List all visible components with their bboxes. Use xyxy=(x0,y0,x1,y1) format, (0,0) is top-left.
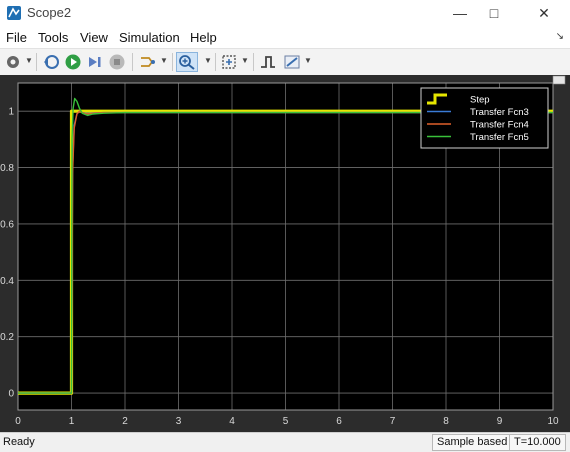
run-button[interactable] xyxy=(64,52,82,72)
simulation-time: T=10.000 xyxy=(509,434,566,451)
window-title: Scope2 xyxy=(27,5,72,20)
x-tick-label: 2 xyxy=(122,416,128,427)
toolbar-separator xyxy=(132,53,133,71)
legend-entry: Step xyxy=(470,95,490,106)
legend-entry: Transfer Fcn3 xyxy=(470,107,529,118)
y-tick-label: 0.2 xyxy=(0,332,14,343)
run-icon xyxy=(65,54,81,70)
x-tick-label: 9 xyxy=(497,416,503,427)
scope-app-icon xyxy=(6,5,22,21)
measurement-icon xyxy=(284,55,300,69)
toolbar: ▼ ▼ ▼ ▼ ▼ xyxy=(0,48,570,76)
status-bar: Ready Sample based T=10.000 xyxy=(0,432,570,452)
step-back-button[interactable] xyxy=(42,52,60,72)
measurements-button[interactable] xyxy=(283,52,301,72)
x-tick-label: 10 xyxy=(547,416,559,427)
trigger-icon xyxy=(261,56,275,68)
x-tick-label: 4 xyxy=(229,416,235,427)
y-tick-label: 0.8 xyxy=(0,163,14,174)
menu-file[interactable]: File xyxy=(6,30,27,45)
scope-plot[interactable]: 0 1 2 3 4 5 6 7 8 9 1000.20.40.60.81StepTransfer F… xyxy=(0,75,570,432)
stop-icon xyxy=(109,54,125,70)
maximize-button[interactable]: □ xyxy=(472,0,516,26)
y-tick-label: 0.6 xyxy=(0,219,14,230)
x-tick-label: 1 xyxy=(69,416,75,427)
toolbar-separator xyxy=(172,53,173,71)
settings-dropdown-icon[interactable]: ▼ xyxy=(25,56,33,65)
triggers-button[interactable] xyxy=(259,52,277,72)
signal-dropdown-icon[interactable]: ▼ xyxy=(160,56,168,65)
menu-simulation[interactable]: Simulation xyxy=(119,30,180,45)
x-tick-label: 5 xyxy=(283,416,289,427)
pin-menu-icon[interactable]: ↘ xyxy=(556,31,564,42)
autoscale-icon xyxy=(222,55,236,69)
minimize-icon: — xyxy=(453,5,467,21)
menu-bar: File Tools View Simulation Help ↘ xyxy=(0,28,570,48)
gear-icon xyxy=(7,56,19,68)
expand-toolstrip-icon[interactable] xyxy=(552,75,566,85)
sampling-mode: Sample based xyxy=(432,434,513,451)
title-bar: Scope2 — □ ✕ xyxy=(0,0,570,26)
x-tick-label: 3 xyxy=(176,416,182,427)
close-icon: ✕ xyxy=(538,5,550,21)
zoom-dropdown-icon[interactable]: ▼ xyxy=(204,56,212,65)
step-forward-button[interactable] xyxy=(86,52,104,72)
close-button[interactable]: ✕ xyxy=(522,0,566,26)
x-tick-label: 6 xyxy=(336,416,342,427)
toolbar-separator xyxy=(253,53,254,71)
menu-tools[interactable]: Tools xyxy=(38,30,68,45)
y-tick-label: 0 xyxy=(8,389,14,400)
legend-entry: Transfer Fcn4 xyxy=(470,120,529,131)
measurements-dropdown-icon[interactable]: ▼ xyxy=(304,56,312,65)
x-tick-label: 7 xyxy=(390,416,396,427)
y-tick-label: 1 xyxy=(8,107,14,118)
legend-entry: Transfer Fcn5 xyxy=(470,132,529,143)
settings-button[interactable] xyxy=(4,52,22,72)
step-forward-icon xyxy=(89,57,101,67)
autoscale-button[interactable] xyxy=(220,52,238,72)
menu-help[interactable]: Help xyxy=(190,30,217,45)
x-tick-label: 0 xyxy=(15,416,21,427)
signal-select-button[interactable] xyxy=(139,52,157,72)
x-tick-label: 8 xyxy=(443,416,449,427)
zoom-in-button[interactable] xyxy=(176,52,198,72)
toolbar-separator xyxy=(36,53,37,71)
status-text: Ready xyxy=(3,436,35,448)
stop-button[interactable] xyxy=(108,52,126,72)
autoscale-dropdown-icon[interactable]: ▼ xyxy=(241,56,249,65)
y-tick-label: 0.4 xyxy=(0,276,14,287)
zoom-in-icon xyxy=(179,55,195,70)
step-back-icon xyxy=(44,55,59,69)
maximize-icon: □ xyxy=(489,5,499,21)
toolbar-separator xyxy=(215,53,216,71)
menu-view[interactable]: View xyxy=(80,30,108,45)
scope-display: 0 1 2 3 4 5 6 7 8 9 10 0 0.2 0.4 0.6 0.8 1 Step Transfer F… xyxy=(0,75,570,432)
signal-select-icon xyxy=(141,57,155,67)
